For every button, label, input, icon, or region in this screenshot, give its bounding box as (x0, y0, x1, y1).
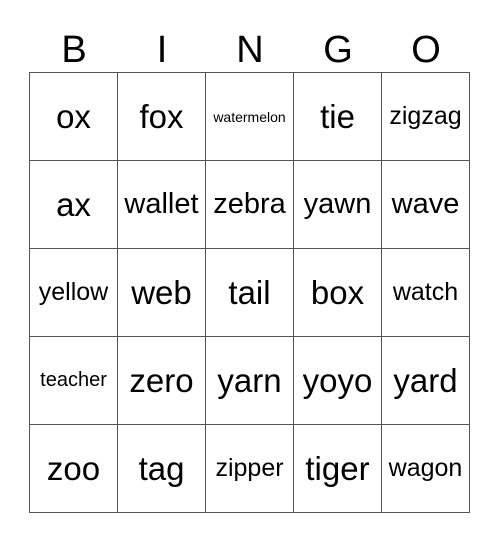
bingo-cell[interactable]: yawn (293, 160, 382, 249)
header-letter: I (156, 29, 168, 71)
bingo-cell[interactable]: tie (293, 72, 382, 161)
bingo-cell[interactable]: zebra (205, 160, 294, 249)
bingo-cell[interactable]: watch (381, 248, 470, 337)
header-letter: B (61, 29, 87, 71)
bingo-cell[interactable]: tag (117, 424, 206, 513)
bingo-cell[interactable]: tiger (293, 424, 382, 513)
bingo-cell[interactable]: yarn (205, 336, 294, 425)
grid-row: zoo tag zipper tiger wagon (29, 424, 470, 513)
bingo-grid: ox fox watermelon tie zigzag ax wallet z… (29, 72, 470, 513)
bingo-header: B I N G O (30, 28, 470, 72)
bingo-cell[interactable]: yoyo (293, 336, 382, 425)
header-letter: N (236, 29, 264, 71)
bingo-cell[interactable]: web (117, 248, 206, 337)
bingo-cell[interactable]: zero (117, 336, 206, 425)
bingo-cell[interactable]: fox (117, 72, 206, 161)
header-letter: O (411, 29, 441, 71)
bingo-cell[interactable]: watermelon (205, 72, 294, 161)
bingo-cell[interactable]: ox (29, 72, 118, 161)
bingo-cell[interactable]: wave (381, 160, 470, 249)
bingo-cell[interactable]: teacher (29, 336, 118, 425)
bingo-cell[interactable]: zoo (29, 424, 118, 513)
bingo-cell[interactable]: tail (205, 248, 294, 337)
bingo-cell[interactable]: yard (381, 336, 470, 425)
bingo-cell[interactable]: wallet (117, 160, 206, 249)
grid-row: ax wallet zebra yawn wave (29, 160, 470, 249)
bingo-cell[interactable]: ax (29, 160, 118, 249)
grid-row: teacher zero yarn yoyo yard (29, 336, 470, 425)
bingo-cell[interactable]: zipper (205, 424, 294, 513)
bingo-cell[interactable]: zigzag (381, 72, 470, 161)
bingo-cell[interactable]: wagon (381, 424, 470, 513)
header-letter: G (323, 29, 353, 71)
bingo-cell[interactable]: box (293, 248, 382, 337)
grid-row: ox fox watermelon tie zigzag (29, 72, 470, 161)
grid-row: yellow web tail box watch (29, 248, 470, 337)
bingo-cell[interactable]: yellow (29, 248, 118, 337)
